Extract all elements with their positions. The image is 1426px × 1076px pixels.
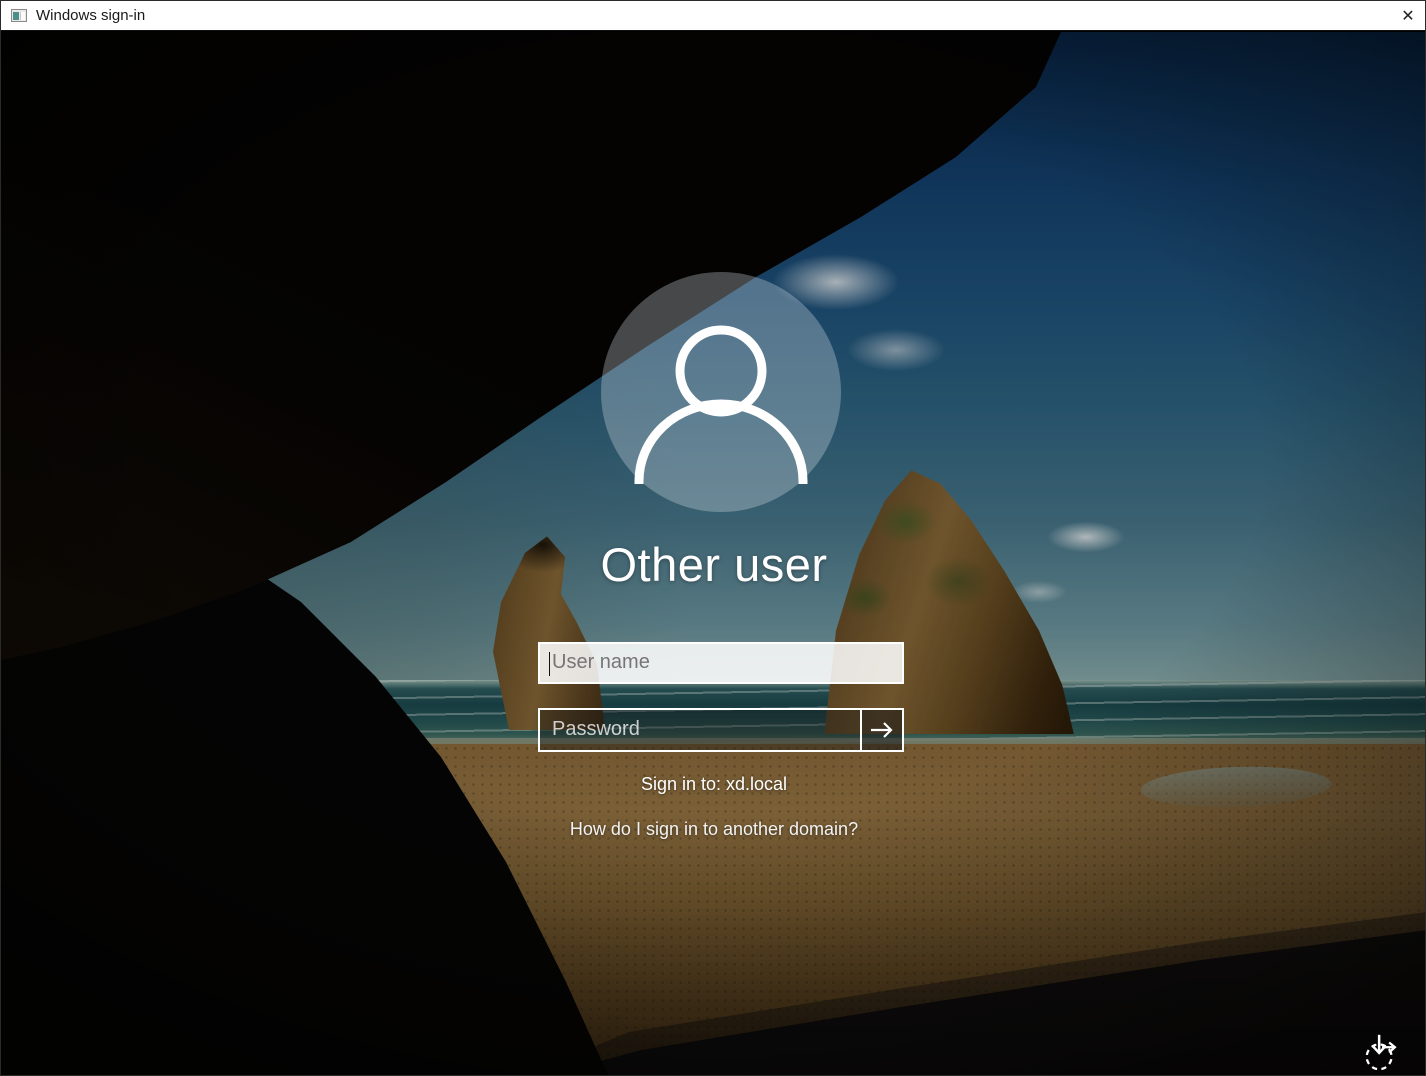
window-title: Windows sign-in xyxy=(36,1,145,31)
sign-in-panel: Other user Sign in to: xd.local How do I… xyxy=(1,32,1426,1076)
titlebar[interactable]: Windows sign-in ✕ xyxy=(1,1,1425,31)
domain-help-link[interactable]: How do I sign in to another domain? xyxy=(1,819,1426,840)
close-icon: ✕ xyxy=(1401,6,1414,25)
app-window-icon xyxy=(11,9,27,22)
username-input[interactable] xyxy=(540,644,902,682)
avatar xyxy=(601,272,841,512)
dashed-circle-arrows-icon xyxy=(1361,1031,1403,1073)
username-field[interactable] xyxy=(538,642,904,684)
close-button[interactable]: ✕ xyxy=(1391,1,1425,30)
arrow-right-icon xyxy=(869,720,895,740)
password-field[interactable] xyxy=(538,708,904,752)
person-icon xyxy=(601,272,841,512)
sign-in-options-button[interactable] xyxy=(1359,1029,1405,1075)
password-input[interactable] xyxy=(540,710,860,750)
windows-sign-in-window: Windows sign-in ✕ Other user xyxy=(0,0,1426,1076)
user-display-name: Other user xyxy=(1,537,1426,592)
domain-info: Sign in to: xd.local xyxy=(1,774,1426,795)
submit-button[interactable] xyxy=(860,710,902,750)
text-caret xyxy=(549,652,550,676)
